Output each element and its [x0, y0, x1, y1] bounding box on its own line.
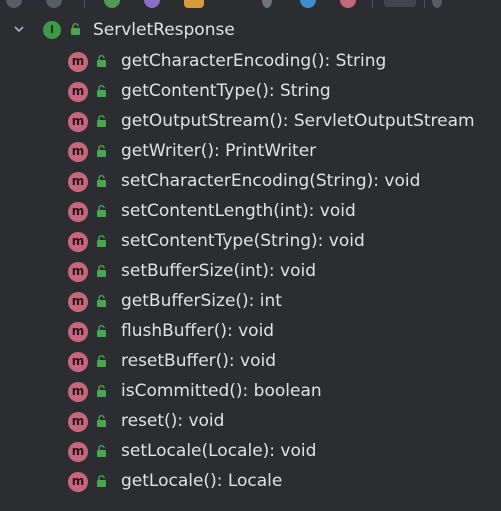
- structure-toolbar: [0, 0, 501, 12]
- method-signature: setContentLength(int): void: [121, 201, 356, 221]
- toolbar-orange-icon[interactable]: [184, 0, 204, 8]
- lock-icon: [97, 235, 106, 247]
- method-icon: m: [68, 322, 88, 342]
- tree-node-method[interactable]: m isCommitted(): boolean: [0, 376, 501, 406]
- method-signature: resetBuffer(): void: [121, 351, 277, 371]
- method-signature: reset(): void: [121, 411, 225, 431]
- lock-icon: [97, 355, 106, 367]
- toolbar-gray-icon[interactable]: [262, 0, 272, 8]
- lock-icon: [97, 325, 106, 337]
- method-icon: m: [68, 172, 88, 192]
- toolbar-separator: [84, 0, 85, 8]
- lock-icon: [71, 23, 80, 35]
- method-icon: m: [68, 142, 88, 162]
- lock-icon: [97, 115, 106, 127]
- interface-icon: I: [43, 21, 61, 39]
- tree-node-method[interactable]: m setContentLength(int): void: [0, 196, 501, 226]
- toolbar-blue-icon[interactable]: [300, 0, 316, 8]
- toolbar-button-1[interactable]: [6, 0, 22, 8]
- toolbar-expand-button[interactable]: [384, 0, 416, 7]
- method-icon: m: [68, 382, 88, 402]
- method-signature: setContentType(String): void: [121, 231, 365, 251]
- method-signature: setLocale(Locale): void: [121, 441, 317, 461]
- lock-icon: [97, 175, 106, 187]
- method-icon: m: [68, 352, 88, 372]
- tree-node-method[interactable]: m resetBuffer(): void: [0, 346, 501, 376]
- lock-icon: [97, 145, 106, 157]
- toolbar-separator: [372, 0, 373, 8]
- toolbar-green-icon[interactable]: [104, 0, 120, 8]
- lock-icon: [97, 265, 106, 277]
- tree-node-method[interactable]: m getContentType(): String: [0, 76, 501, 106]
- method-signature: getContentType(): String: [121, 81, 331, 101]
- method-icon: m: [68, 112, 88, 132]
- method-signature: setBufferSize(int): void: [121, 261, 317, 281]
- tree-node-method[interactable]: m getCharacterEncoding(): String: [0, 46, 501, 76]
- method-icon: m: [68, 442, 88, 462]
- tree-node-method[interactable]: m flushBuffer(): void: [0, 316, 501, 346]
- method-icon: m: [68, 412, 88, 432]
- tree-node-method[interactable]: m getWriter(): PrintWriter: [0, 136, 501, 166]
- lock-icon: [97, 295, 106, 307]
- method-list: m getCharacterEncoding(): String m getCo…: [0, 46, 501, 496]
- tree-node-method[interactable]: m setLocale(Locale): void: [0, 436, 501, 466]
- lock-icon: [97, 85, 106, 97]
- method-icon: m: [68, 262, 88, 282]
- toolbar-button-2[interactable]: [46, 0, 62, 8]
- toolbar-pink-icon[interactable]: [340, 0, 356, 8]
- method-signature: setCharacterEncoding(String): void: [121, 171, 421, 191]
- lock-icon: [97, 385, 106, 397]
- interface-name: ServletResponse: [93, 20, 235, 40]
- tree-node-method[interactable]: m getOutputStream(): ServletOutputStream: [0, 106, 501, 136]
- method-signature: getCharacterEncoding(): String: [121, 51, 387, 71]
- method-icon: m: [68, 292, 88, 312]
- lock-icon: [97, 415, 106, 427]
- tree-node-interface[interactable]: I ServletResponse: [0, 14, 501, 46]
- tree-node-method[interactable]: m reset(): void: [0, 406, 501, 436]
- lock-icon: [97, 445, 106, 457]
- method-icon: m: [68, 82, 88, 102]
- structure-tree: I ServletResponse m getCharacterEncoding…: [0, 14, 501, 496]
- method-signature: getWriter(): PrintWriter: [121, 141, 317, 161]
- toolbar-separator: [424, 0, 425, 8]
- method-signature: isCommitted(): boolean: [121, 381, 322, 401]
- toolbar-collapse-button[interactable]: [432, 0, 442, 8]
- lock-icon: [97, 475, 106, 487]
- method-signature: getOutputStream(): ServletOutputStream: [121, 111, 475, 131]
- method-signature: getBufferSize(): int: [121, 291, 282, 311]
- toolbar-purple-icon[interactable]: [144, 0, 160, 8]
- tree-node-method[interactable]: m getLocale(): Locale: [0, 466, 501, 496]
- lock-icon: [97, 205, 106, 217]
- chevron-down-icon[interactable]: [14, 24, 24, 34]
- method-icon: m: [68, 202, 88, 222]
- method-signature: getLocale(): Locale: [121, 471, 283, 491]
- tree-node-method[interactable]: m getBufferSize(): int: [0, 286, 501, 316]
- method-icon: m: [68, 52, 88, 72]
- tree-node-method[interactable]: m setBufferSize(int): void: [0, 256, 501, 286]
- method-icon: m: [68, 232, 88, 252]
- tree-node-method[interactable]: m setCharacterEncoding(String): void: [0, 166, 501, 196]
- method-icon: m: [68, 472, 88, 492]
- lock-icon: [97, 55, 106, 67]
- method-signature: flushBuffer(): void: [121, 321, 275, 341]
- tree-node-method[interactable]: m setContentType(String): void: [0, 226, 501, 256]
